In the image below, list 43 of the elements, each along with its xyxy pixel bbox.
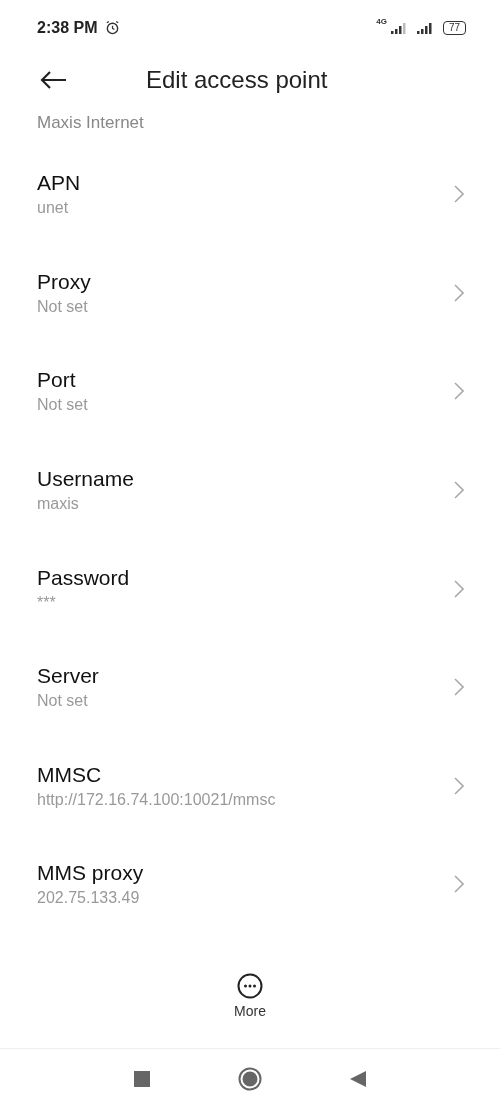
setting-label: MMS proxy xyxy=(37,861,145,886)
home-button[interactable] xyxy=(238,1067,262,1091)
chevron-icon xyxy=(454,579,464,598)
setting-row[interactable]: Proxy Not set xyxy=(0,243,500,343)
setting-label: Username xyxy=(37,467,135,492)
signal-icon xyxy=(416,21,435,34)
chevron-icon xyxy=(454,481,464,500)
setting-value: maxis xyxy=(37,495,80,514)
setting-row[interactable]: Port Not set xyxy=(0,342,500,441)
setting-value: Not set xyxy=(37,692,89,711)
setting-value: unet xyxy=(37,199,70,218)
back-nav-button[interactable] xyxy=(350,1071,366,1087)
setting-value: http://172.16.74.100:10021/mmsc xyxy=(37,790,277,809)
profile-name: Maxis Internet xyxy=(36,112,145,134)
setting-value: 202.75.133.49 xyxy=(37,889,141,908)
setting-row[interactable]: MMS proxy 202.75.133.49 xyxy=(0,835,500,934)
setting-row[interactable]: APN unet xyxy=(0,145,500,244)
chevron-icon xyxy=(454,678,464,697)
battery-level: 77 xyxy=(442,20,466,35)
setting-label: Proxy xyxy=(37,269,92,294)
chevron-icon xyxy=(454,283,464,302)
setting-value: Not set xyxy=(37,297,89,316)
chevron-icon xyxy=(454,776,464,795)
setting-value: *** xyxy=(37,593,57,612)
chevron-icon xyxy=(454,382,464,401)
network-type: 4G xyxy=(376,17,387,26)
setting-label: Password xyxy=(37,565,131,590)
alarm-icon xyxy=(105,20,121,35)
setting-label: APN xyxy=(37,171,82,196)
setting-row[interactable]: MMSC http://172.16.74.100:10021/mmsc xyxy=(0,736,500,836)
chevron-icon xyxy=(454,185,464,204)
signal-icon xyxy=(390,21,409,34)
more-button[interactable]: More xyxy=(234,972,266,1019)
setting-value: Not set xyxy=(37,396,89,415)
setting-row[interactable]: Server Not set xyxy=(0,637,500,737)
setting-row[interactable]: Username maxis xyxy=(0,440,500,540)
setting-row[interactable]: Password *** xyxy=(0,539,500,638)
chevron-icon xyxy=(454,875,464,894)
setting-label: Server xyxy=(37,664,100,689)
setting-label: MMSC xyxy=(37,762,103,787)
setting-label: Port xyxy=(37,368,77,393)
status-time: 2:38 PM xyxy=(37,18,98,37)
page-title: Edit access point xyxy=(146,66,328,94)
